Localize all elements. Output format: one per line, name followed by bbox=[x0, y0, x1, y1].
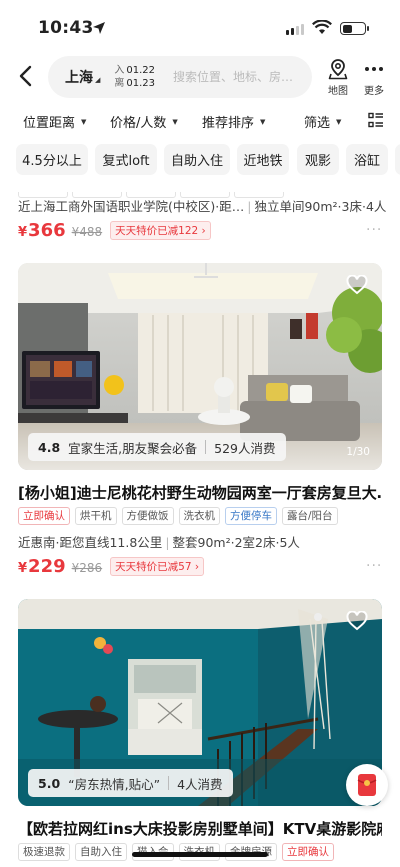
checkout-label: 离 bbox=[114, 78, 125, 89]
heart-icon[interactable] bbox=[346, 275, 368, 295]
photo-counter: 1/30 bbox=[346, 446, 370, 458]
tag: 露台/阳台 bbox=[282, 507, 338, 525]
rating-score: 4.8 bbox=[38, 439, 61, 455]
filter-label: 价格/人数 bbox=[110, 116, 167, 131]
filter-sort[interactable]: 推荐排序 ▼ bbox=[202, 112, 265, 131]
tag: 立即确认 bbox=[18, 507, 70, 525]
filter-advanced[interactable]: 筛选 ▼ bbox=[304, 112, 341, 131]
more-dots-icon bbox=[365, 67, 383, 71]
caret-down-icon: ▼ bbox=[260, 117, 266, 126]
tag: 自助入住 bbox=[75, 843, 127, 861]
chip-rating[interactable]: 4.5分以上 bbox=[16, 144, 88, 175]
city-caret-icon: ◢ bbox=[95, 76, 101, 84]
signal-icon bbox=[286, 24, 304, 35]
tag: 烘干机 bbox=[75, 507, 117, 525]
more-button[interactable]: 更多 bbox=[356, 58, 392, 97]
listing-location: 近惠南·距您直线11.8公里 bbox=[18, 535, 163, 550]
listing-meta: 近惠南·距您直线11.8公里 | 整套90m²·2室2床·5人 bbox=[18, 535, 300, 550]
rating-badge: 4.8 宜家生活,朋友聚会必备 529人消费 bbox=[28, 433, 286, 461]
rating-score: 5.0 bbox=[38, 775, 61, 791]
listing-location: 近上海工商外国语职业学院(中校区)·距… bbox=[18, 199, 245, 214]
listing-price: ¥366 bbox=[18, 220, 66, 241]
back-arrow-icon[interactable] bbox=[14, 62, 38, 90]
promo-badge: 天天特价已减122 › bbox=[110, 221, 211, 240]
status-bar: 10:43 bbox=[0, 0, 400, 52]
tag: 极速退款 bbox=[18, 843, 70, 861]
filter-label: 位置距离 bbox=[23, 116, 76, 131]
tag: 洗衣机 bbox=[178, 507, 220, 525]
tag: 方便停车 bbox=[225, 507, 277, 525]
listing-price: ¥229 bbox=[18, 556, 66, 577]
listing-tags-cutoff bbox=[18, 183, 288, 198]
filter-price[interactable]: 价格/人数 ▼ bbox=[110, 112, 178, 131]
wifi-icon bbox=[312, 20, 332, 34]
more-label: 更多 bbox=[364, 86, 384, 97]
filter-label: 筛选 bbox=[304, 116, 331, 131]
date-selector[interactable]: 入 01.22 离 01.23 bbox=[114, 64, 155, 90]
red-packet-button[interactable] bbox=[346, 764, 388, 806]
listing-room-info: 独立单间90m²·3床·4人 bbox=[254, 199, 387, 214]
caret-down-icon: ▼ bbox=[81, 117, 87, 126]
checkout-date: 01.23 bbox=[126, 78, 156, 89]
location-arrow-icon bbox=[93, 22, 105, 34]
search-bar[interactable]: 上海 ◢ 入 01.22 离 01.23 bbox=[48, 56, 312, 98]
listing-price-row: ¥229 ¥286 天天特价已减57 › bbox=[18, 556, 205, 578]
checkin-date: 01.22 bbox=[126, 65, 156, 76]
city-selector[interactable]: 上海 bbox=[65, 67, 93, 87]
caret-down-icon: ▼ bbox=[336, 117, 342, 126]
red-packet-icon bbox=[357, 774, 377, 796]
review-quote: “房东热情,贴心” bbox=[68, 776, 161, 792]
chip-movie[interactable]: 观影 bbox=[297, 144, 339, 175]
filter-bar: 位置距离 ▼ 价格/人数 ▼ 推荐排序 ▼ 筛选 ▼ bbox=[0, 108, 400, 134]
chip-bathtub[interactable]: 浴缸 bbox=[346, 144, 388, 175]
tag: 立即确认 bbox=[282, 843, 334, 861]
status-time: 10:43 bbox=[38, 18, 94, 38]
listing-room-info: 整套90m²·2室2床·5人 bbox=[172, 535, 300, 550]
promo-badge: 天天特价已减57 › bbox=[110, 557, 205, 576]
checkin-label: 入 bbox=[114, 65, 125, 76]
listing-title[interactable]: 【欧若拉网红ins大床投影房别墅单间】KTV桌游影院麻… bbox=[18, 818, 382, 839]
map-pin-icon bbox=[328, 59, 348, 80]
filter-location[interactable]: 位置距离 ▼ bbox=[23, 112, 86, 131]
listing-title[interactable]: [杨小姐]迪士尼桃花村野生动物园两室一厅套房复旦大… bbox=[18, 482, 382, 503]
search-input[interactable] bbox=[173, 70, 302, 84]
chip-subway[interactable]: 近地铁 bbox=[237, 144, 289, 175]
listing-photo[interactable]: 4.8 宜家生活,朋友聚会必备 529人消费 1/30 bbox=[18, 263, 382, 470]
home-indicator bbox=[132, 852, 268, 857]
list-view-icon[interactable] bbox=[368, 112, 384, 128]
more-options-icon[interactable]: ··· bbox=[366, 558, 382, 574]
filter-label: 推荐排序 bbox=[202, 116, 255, 131]
heart-icon[interactable] bbox=[346, 611, 368, 631]
chip-loft[interactable]: 复式loft bbox=[95, 144, 157, 175]
map-button[interactable]: 地图 bbox=[320, 58, 356, 97]
listing-old-price: ¥488 bbox=[71, 225, 103, 239]
quick-filter-chips: 4.5分以上 复式loft 自助入住 近地铁 观影 浴缸 bbox=[0, 144, 400, 176]
review-quote: 宜家生活,朋友聚会必备 bbox=[68, 440, 198, 456]
map-label: 地图 bbox=[328, 86, 348, 97]
more-options-icon[interactable]: ··· bbox=[366, 222, 382, 238]
listing-meta: 近上海工商外国语职业学院(中校区)·距… | 独立单间90m²·3床·4人 bbox=[18, 199, 387, 214]
chip-self-checkin[interactable]: 自助入住 bbox=[164, 144, 230, 175]
listing-photo[interactable]: 5.0 “房东热情,贴心” 4人消费 bbox=[18, 599, 382, 806]
consumer-count: 529人消费 bbox=[214, 440, 276, 456]
caret-down-icon: ▼ bbox=[172, 117, 178, 126]
battery-icon bbox=[340, 22, 369, 35]
rating-badge: 5.0 “房东热情,贴心” 4人消费 bbox=[28, 769, 233, 797]
search-header: 上海 ◢ 入01.22 离01.23 地图 更多 bbox=[0, 54, 400, 100]
tag: 方便做饭 bbox=[121, 507, 174, 525]
chip-overflow[interactable] bbox=[395, 144, 400, 175]
listing-tags: 立即确认 烘干机 方便做饭 洗衣机 方便停车 露台/阳台 bbox=[18, 507, 338, 525]
listing-price-row: ¥366 ¥488 天天特价已减122 › bbox=[18, 220, 211, 242]
consumer-count: 4人消费 bbox=[177, 776, 223, 792]
listing-old-price: ¥286 bbox=[71, 561, 103, 575]
